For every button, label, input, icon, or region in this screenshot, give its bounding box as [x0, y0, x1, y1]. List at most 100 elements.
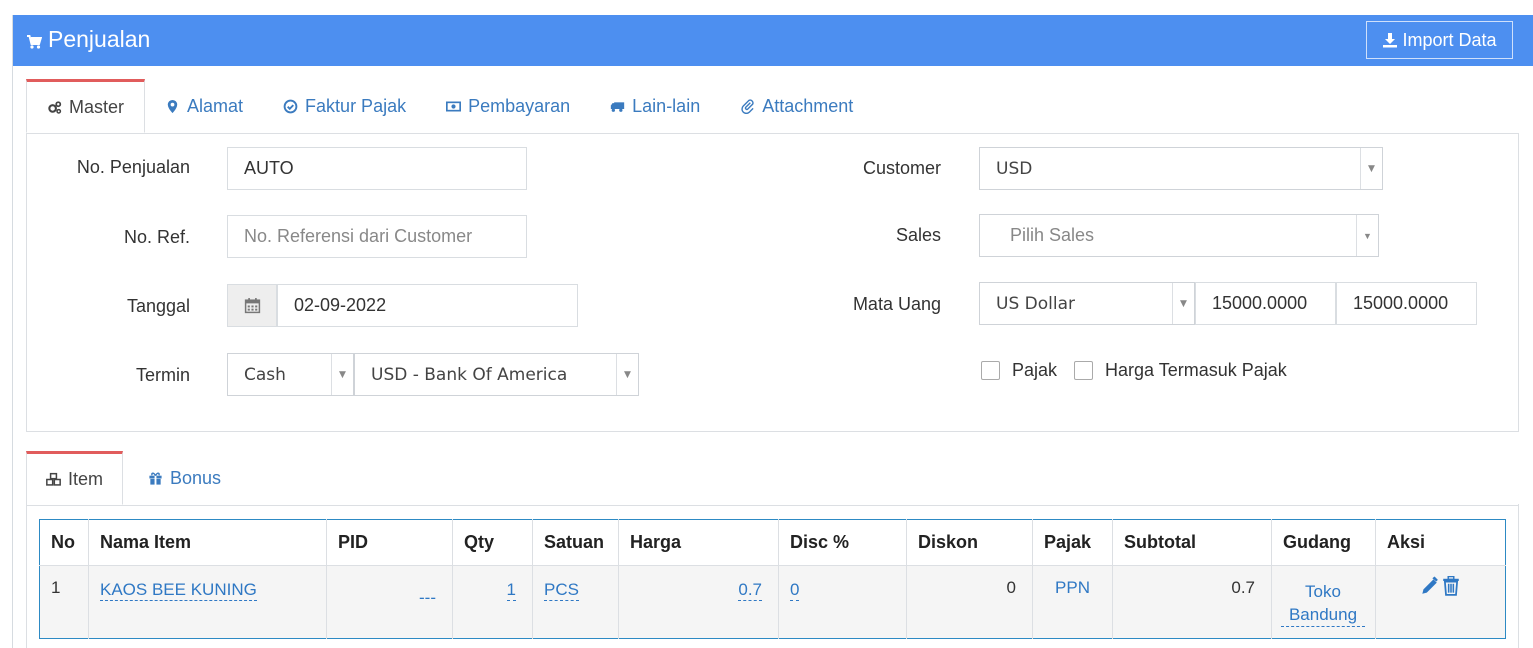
- qty-link[interactable]: 1: [506, 580, 516, 601]
- tab-item-label: Item: [68, 468, 104, 489]
- tab-pembayaran[interactable]: Pembayaran: [426, 79, 590, 133]
- chevron-down-icon: ▼: [331, 354, 353, 395]
- shopping-cart-icon: [27, 34, 42, 49]
- tab-lain-lain[interactable]: Lain-lain: [590, 79, 720, 133]
- table-row: 1 KAOS BEE KUNING --- 1 PCS 0.7 0 0 PPN …: [39, 565, 1506, 639]
- pajak-checkbox[interactable]: Pajak: [981, 360, 1057, 381]
- download-icon: [1383, 33, 1398, 48]
- cell-subtotal: 0.7: [1112, 565, 1272, 639]
- termin-select[interactable]: Cash ▼: [227, 353, 354, 396]
- tab-attachment[interactable]: Attachment: [720, 79, 873, 133]
- tab-alamat[interactable]: Alamat: [145, 79, 263, 133]
- customer-select[interactable]: USD ▼: [979, 147, 1383, 190]
- tab-bonus-label: Bonus: [170, 467, 222, 488]
- chevron-down-icon: ▼: [1356, 215, 1378, 256]
- tab-item[interactable]: Item: [26, 451, 124, 505]
- no-ref-input[interactable]: No. Referensi dari Customer: [227, 215, 527, 258]
- termin-label: Termin: [135, 365, 190, 385]
- mata-uang-select[interactable]: US Dollar ▼: [979, 282, 1195, 325]
- cell-disc: 0: [778, 565, 907, 639]
- tab-bonus[interactable]: Bonus: [123, 451, 246, 505]
- chevron-down-icon: ▼: [1172, 283, 1194, 324]
- tab-master[interactable]: Master: [26, 79, 146, 133]
- pid-link[interactable]: ---: [419, 588, 436, 608]
- tanggal-input[interactable]: 02-09-2022: [277, 284, 578, 327]
- col-disc: Disc %: [778, 519, 907, 566]
- cell-no: 1: [39, 565, 89, 639]
- tab-attachment-label: Attachment: [762, 95, 854, 116]
- subtotal-value: 0.7: [1231, 578, 1255, 597]
- import-data-button[interactable]: Import Data: [1366, 21, 1513, 59]
- page-title: Penjualan: [26, 26, 150, 53]
- cell-diskon: 0: [906, 565, 1033, 639]
- cell-harga: 0.7: [618, 565, 779, 639]
- mata-uang-value: US Dollar: [996, 293, 1075, 314]
- harga-termasuk-pajak-checkbox-box[interactable]: [1074, 361, 1093, 380]
- row-actions: [1420, 576, 1460, 596]
- tab-lain-lain-label: Lain-lain: [632, 95, 701, 116]
- satuan-link[interactable]: PCS: [544, 580, 579, 601]
- item-tabs: Item Bonus: [26, 451, 246, 505]
- col-harga: Harga: [618, 519, 779, 566]
- import-data-label: Import Data: [1402, 29, 1497, 50]
- calendar-button[interactable]: [227, 284, 277, 327]
- calendar-icon: [244, 298, 260, 314]
- bank-value: USD - Bank Of America: [371, 364, 568, 385]
- edit-icon[interactable]: [1420, 576, 1438, 596]
- pajak-checkbox-box[interactable]: [981, 361, 1000, 380]
- mata-uang-label: Mata Uang: [852, 294, 941, 314]
- map-marker-icon: [167, 99, 178, 113]
- tab-faktur-pajak[interactable]: Faktur Pajak: [263, 79, 426, 133]
- customer-value: USD: [996, 158, 1033, 179]
- no-penjualan-input[interactable]: AUTO: [227, 147, 527, 190]
- tab-master-label: Master: [69, 96, 125, 117]
- nama-item-link[interactable]: KAOS BEE KUNING: [100, 580, 257, 601]
- cell-gudang: Toko Bandung: [1271, 565, 1376, 639]
- tab-pembayaran-label: Pembayaran: [468, 95, 571, 116]
- no-ref-label: No. Ref.: [123, 227, 190, 247]
- gudang-link[interactable]: Toko Bandung: [1281, 580, 1365, 627]
- sales-label: Sales: [895, 225, 941, 245]
- col-nama-item: Nama Item: [88, 519, 327, 566]
- gift-icon: [149, 471, 162, 485]
- exchange-rate-input-1[interactable]: 15000.0000: [1195, 282, 1336, 325]
- items-table: No Nama Item PID Qty Satuan Harga Disc %…: [39, 519, 1506, 639]
- col-no: No: [39, 519, 89, 566]
- cell-pajak: PPN: [1032, 565, 1113, 639]
- trash-icon[interactable]: [1442, 576, 1460, 596]
- no-penjualan-label: No. Penjualan: [76, 157, 190, 177]
- chevron-down-icon: ▼: [616, 354, 638, 395]
- sales-select[interactable]: Pilih Sales ▼: [979, 214, 1379, 257]
- harga-termasuk-pajak-checkbox[interactable]: Harga Termasuk Pajak: [1074, 360, 1287, 381]
- table-header-row: No Nama Item PID Qty Satuan Harga Disc %…: [39, 519, 1506, 566]
- tanggal-label: Tanggal: [126, 296, 190, 316]
- truck-icon: [610, 101, 625, 112]
- tab-alamat-label: Alamat: [187, 95, 244, 116]
- col-gudang: Gudang: [1271, 519, 1376, 566]
- col-diskon: Diskon: [906, 519, 1033, 566]
- bank-select[interactable]: USD - Bank Of America ▼: [354, 353, 639, 396]
- cell-pid: ---: [326, 565, 453, 639]
- diskon-value: 0: [1006, 578, 1016, 597]
- gudang-line-2: Bandung: [1288, 605, 1358, 624]
- gudang-line-1: Toko: [1305, 582, 1341, 601]
- col-pajak: Pajak: [1032, 519, 1113, 566]
- col-satuan: Satuan: [532, 519, 619, 566]
- disc-link[interactable]: 0: [790, 580, 800, 601]
- sales-placeholder: Pilih Sales: [1010, 225, 1095, 245]
- exchange-rate-input-2[interactable]: 15000.0000: [1336, 282, 1477, 325]
- chevron-down-icon: ▼: [1360, 148, 1382, 189]
- cubes-icon: [46, 472, 61, 486]
- master-tabs: Master Alamat Faktur Pajak Pembayaran La…: [26, 79, 873, 133]
- cell-satuan: PCS: [532, 565, 619, 639]
- customer-label: Customer: [862, 158, 941, 178]
- row-no: 1: [51, 578, 61, 597]
- harga-termasuk-pajak-label: Harga Termasuk Pajak: [1105, 360, 1287, 380]
- paperclip-icon: [741, 98, 754, 114]
- harga-link[interactable]: 0.7: [738, 580, 762, 601]
- tab-faktur-pajak-label: Faktur Pajak: [305, 95, 407, 116]
- pajak-link[interactable]: PPN: [1033, 578, 1112, 598]
- money-icon: [446, 101, 462, 111]
- col-pid: PID: [326, 519, 453, 566]
- col-subtotal: Subtotal: [1112, 519, 1272, 566]
